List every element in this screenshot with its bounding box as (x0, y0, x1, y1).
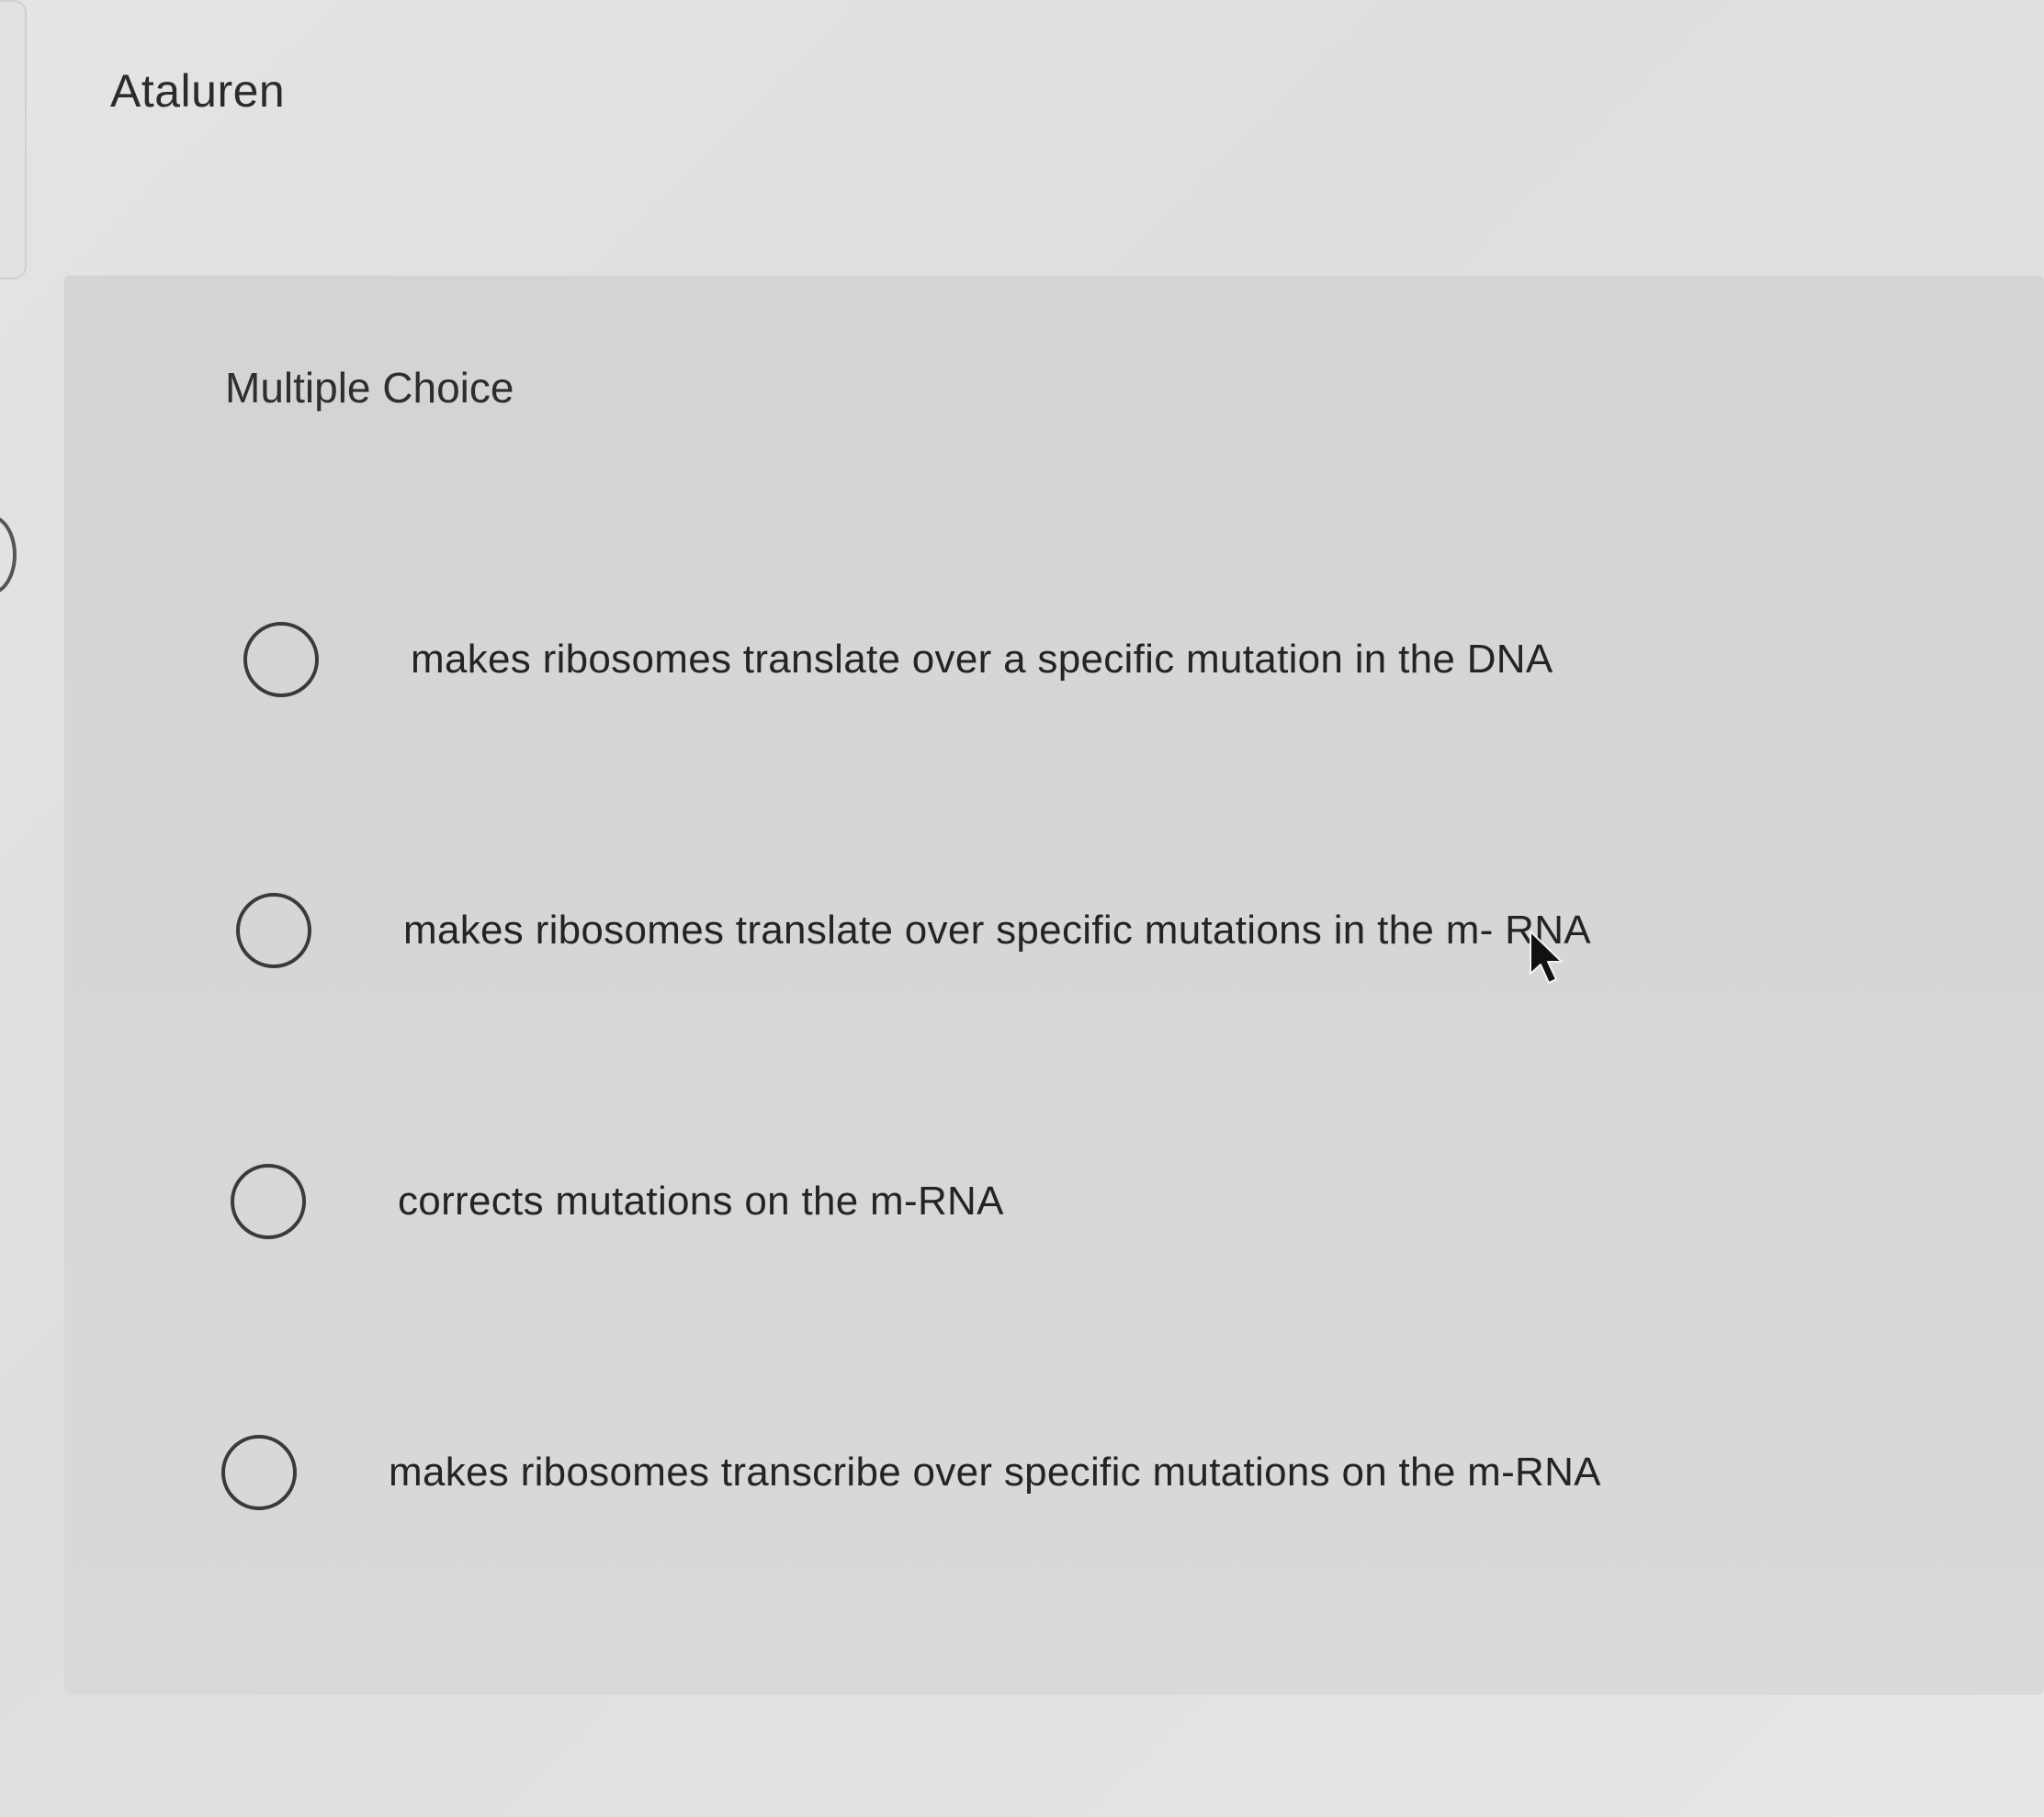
answer-option-label: makes ribosomes transcribe over specific… (389, 1449, 1601, 1495)
question-type-label: Multiple Choice (225, 364, 514, 412)
radio-unchecked-icon[interactable] (236, 892, 311, 968)
answer-option-label: corrects mutations on the m-RNA (398, 1178, 1004, 1224)
radio-unchecked-icon[interactable] (231, 1163, 306, 1239)
mouse-pointer-icon (1530, 931, 1563, 984)
answer-option-label: makes ribosomes translate over specific … (403, 907, 1591, 953)
radio-unchecked-icon[interactable] (221, 1434, 297, 1510)
previous-panel-edge (0, 0, 27, 279)
side-control-edge (0, 514, 17, 595)
answer-options-list: makes ribosomes translate over a specifi… (161, 524, 2044, 1608)
answer-option-2[interactable]: makes ribosomes translate over specific … (153, 795, 2044, 1066)
question-title: Ataluren (110, 65, 286, 117)
answer-option-4[interactable]: makes ribosomes transcribe over specific… (139, 1337, 2044, 1608)
multiple-choice-panel: Multiple Choice makes ribosomes translat… (64, 276, 2044, 1695)
answer-option-1[interactable]: makes ribosomes translate over a specifi… (161, 524, 2044, 795)
answer-option-label: makes ribosomes translate over a specifi… (411, 636, 1553, 682)
radio-unchecked-icon[interactable] (243, 621, 319, 697)
answer-option-3[interactable]: corrects mutations on the m-RNA (148, 1066, 2044, 1337)
